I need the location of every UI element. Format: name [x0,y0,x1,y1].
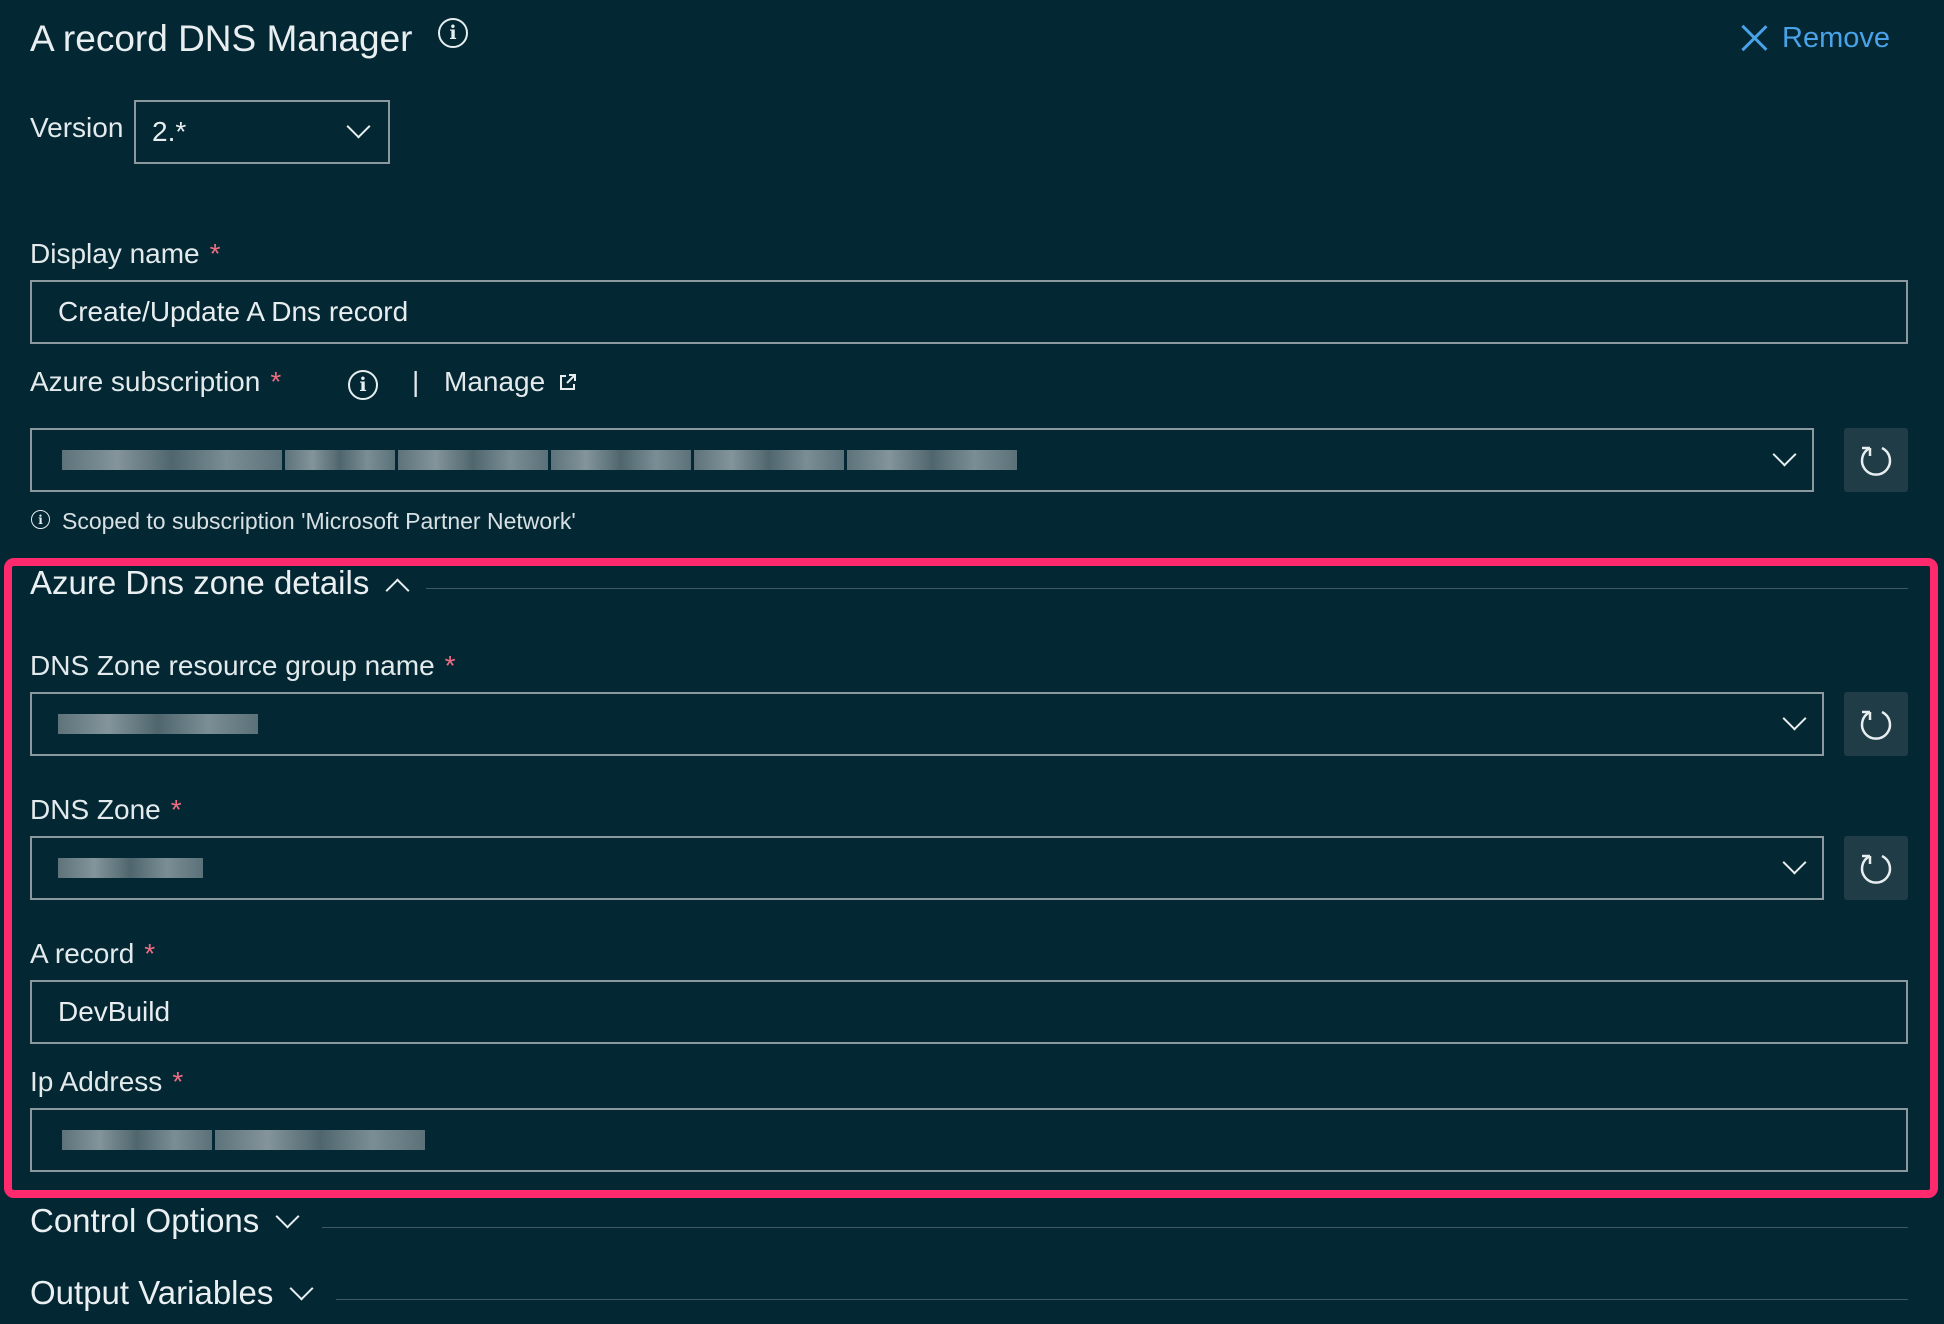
info-icon[interactable]: i [348,370,378,400]
refresh-subscription-button[interactable] [1844,428,1908,492]
external-link-icon [560,374,577,390]
subscription-select[interactable] [30,428,1814,492]
redacted-resource-group-value [58,714,258,734]
display-name-label: Display name * [30,238,221,270]
manage-label: Manage [444,366,546,397]
refresh-resource-group-button[interactable] [1844,692,1908,756]
section-divider [322,1227,1908,1228]
a-record-label-text: A record [30,938,135,969]
section-divider [336,1299,1908,1300]
redacted-ip-address-value [62,1130,425,1150]
redacted-dns-zone-value [58,858,203,878]
section-divider [426,588,1908,589]
a-record-input[interactable]: DevBuild [30,980,1908,1044]
resource-group-select[interactable] [30,692,1824,756]
remove-label: Remove [1782,21,1890,54]
output-variables-header[interactable]: Output Variables [30,1274,323,1312]
refresh-icon [1860,710,1892,740]
a-record-label: A record * [30,938,155,970]
refresh-icon [1860,446,1892,476]
dns-section-header[interactable]: Azure Dns zone details [30,564,419,603]
page-title: A record DNS Manager [30,18,413,59]
dns-zone-select[interactable] [30,836,1824,900]
display-name-input[interactable]: Create/Update A Dns record [30,280,1908,344]
chevron-down-icon [1782,850,1807,875]
separator: | [412,366,420,397]
required-marker: * [172,1066,184,1097]
info-icon: i [31,510,50,529]
control-options-header[interactable]: Control Options [30,1202,309,1240]
remove-button[interactable]: Remove [1740,18,1890,58]
subscription-label-text: Azure subscription [30,366,261,397]
control-options-title: Control Options [30,1202,260,1239]
dns-section-title: Azure Dns zone details [30,564,370,601]
a-record-value: DevBuild [58,996,171,1027]
version-value: 2.* [152,116,187,147]
required-marker: * [444,650,456,681]
refresh-dns-zone-button[interactable] [1844,836,1908,900]
required-marker: * [209,238,221,269]
close-icon [1740,24,1768,52]
redacted-subscription-value [62,450,1017,470]
refresh-icon [1860,854,1892,884]
chevron-up-icon [379,568,419,603]
required-marker: * [170,794,182,825]
resource-group-label-text: DNS Zone resource group name [30,650,435,681]
version-label: Version [30,112,124,143]
subscription-scope-note: Scoped to subscription 'Microsoft Partne… [62,508,576,534]
resource-group-label: DNS Zone resource group name * [30,650,456,682]
display-name-value: Create/Update A Dns record [58,296,409,327]
chevron-down-icon [269,1204,309,1236]
subscription-label: Azure subscription * [30,366,281,398]
ip-address-label: Ip Address * [30,1066,183,1098]
display-name-label-text: Display name [30,238,200,269]
output-variables-title: Output Variables [30,1274,274,1311]
required-marker: * [270,366,282,397]
info-icon[interactable]: i [438,18,468,48]
dns-zone-label-text: DNS Zone [30,794,161,825]
chevron-down-icon [346,114,371,139]
ip-address-label-text: Ip Address [30,1066,163,1097]
chevron-down-icon [1782,706,1807,731]
ip-address-input[interactable] [30,1108,1908,1172]
chevron-down-icon [283,1276,323,1308]
required-marker: * [144,938,156,969]
dns-zone-label: DNS Zone * [30,794,182,826]
manage-link[interactable]: Manage [444,366,577,398]
chevron-down-icon [1772,442,1797,467]
version-select[interactable]: 2.* [134,100,390,164]
